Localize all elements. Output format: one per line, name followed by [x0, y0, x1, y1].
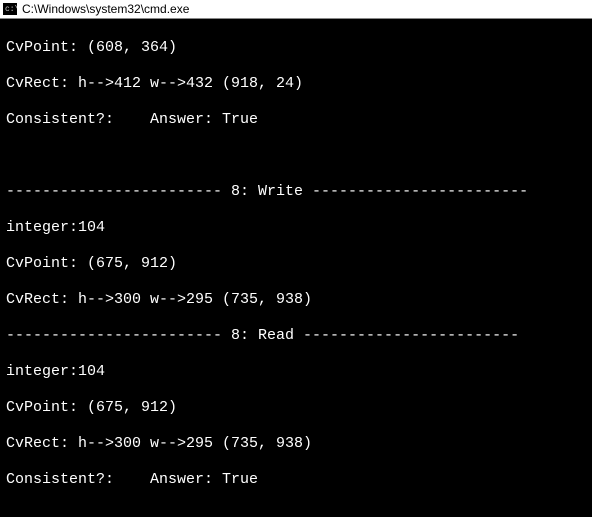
- output-line: ------------------------ 8: Write ------…: [6, 183, 586, 201]
- output-line: CvRect: h-->300 w-->295 (735, 938): [6, 291, 586, 309]
- svg-text:c:\: c:\: [5, 5, 17, 14]
- output-line: integer:104: [6, 363, 586, 381]
- window-title: C:\Windows\system32\cmd.exe: [22, 0, 189, 18]
- cmd-icon: c:\: [2, 2, 18, 16]
- output-line: ------------------------ 8: Read -------…: [6, 327, 586, 345]
- window-titlebar[interactable]: c:\ C:\Windows\system32\cmd.exe: [0, 0, 592, 19]
- output-line: CvPoint: (675, 912): [6, 255, 586, 273]
- output-line: [6, 507, 586, 517]
- output-line: CvPoint: (675, 912): [6, 399, 586, 417]
- output-line: Consistent?: Answer: True: [6, 471, 586, 489]
- output-line: integer:104: [6, 219, 586, 237]
- output-line: CvPoint: (608, 364): [6, 39, 586, 57]
- terminal-output[interactable]: CvPoint: (608, 364) CvRect: h-->412 w-->…: [0, 19, 592, 517]
- output-line: [6, 147, 586, 165]
- output-line: CvRect: h-->412 w-->432 (918, 24): [6, 75, 586, 93]
- output-line: CvRect: h-->300 w-->295 (735, 938): [6, 435, 586, 453]
- output-line: Consistent?: Answer: True: [6, 111, 586, 129]
